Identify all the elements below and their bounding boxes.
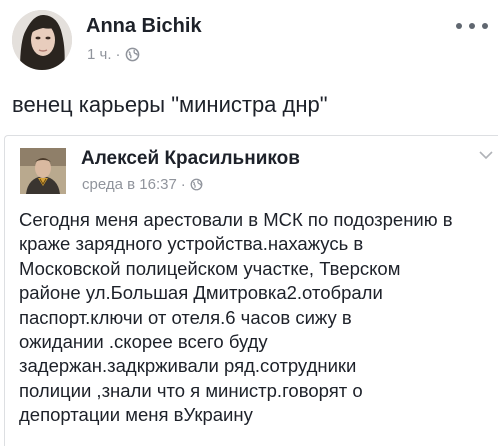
post-time[interactable]: 1 ч. [87, 46, 112, 63]
text-line: депортации меня вУкраину [19, 404, 253, 426]
shared-author-avatar[interactable] [20, 148, 66, 194]
shared-post-time[interactable]: среда в 16:37 [82, 176, 177, 193]
more-dot [456, 23, 462, 29]
post-header: Anna Bichik 1 ч. · [0, 0, 498, 84]
text-line: ожидании .скорее всего буду [19, 331, 268, 353]
text-line: Московской полицейском участке, Тверском [19, 257, 401, 279]
text-line: задержан.задкрживали ряд.сотрудники [19, 355, 357, 377]
globe-icon [190, 178, 203, 191]
author-name[interactable]: Anna Bichik [86, 15, 202, 38]
more-options-button[interactable] [456, 18, 488, 34]
post-meta: 1 ч. · [87, 46, 140, 63]
avatar-portrait-icon [12, 10, 72, 70]
meta-separator: · [115, 46, 121, 63]
post-text: венец карьеры "министра днр" [12, 92, 328, 117]
text-line: паспорт.ключи от отеля.6 часов сижу в [19, 306, 352, 328]
shared-author-name[interactable]: Алексей Красильников [81, 148, 300, 170]
more-dot [469, 23, 475, 29]
meta-separator: · [180, 176, 186, 193]
text-line: краже зарядного устройства.нахажусь в [19, 233, 364, 255]
text-line: полиции ,знали что я министр.говорят о [19, 379, 363, 401]
text-line: Сегодня меня арестовали в МСК по подозре… [19, 209, 453, 230]
author-avatar[interactable] [12, 10, 72, 70]
globe-icon [125, 47, 139, 62]
shared-post-text: Сегодня меня арестовали в МСК по подозре… [19, 208, 495, 428]
shared-post-meta: среда в 16:37 · [82, 176, 203, 193]
chevron-down-icon[interactable] [479, 150, 493, 160]
text-line: районе ул.Большая Дмитровка2.отобрали [19, 282, 383, 304]
shared-post: Алексей Красильников среда в 16:37 · Сег… [4, 135, 498, 446]
avatar-portrait-icon [20, 148, 66, 194]
more-dot [482, 23, 488, 29]
